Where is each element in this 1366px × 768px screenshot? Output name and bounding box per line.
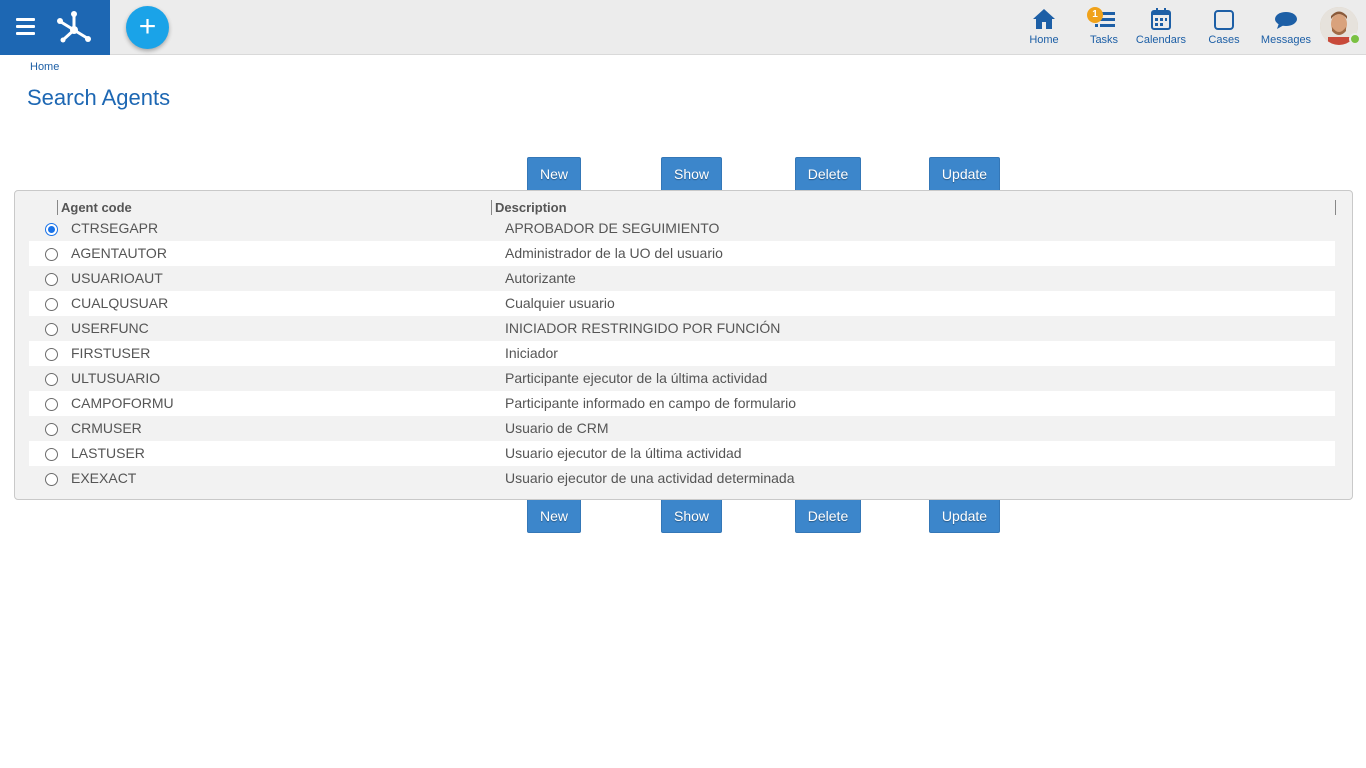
update-button-bottom[interactable]: Update — [929, 500, 1000, 533]
show-button-bottom[interactable]: Show — [661, 500, 722, 533]
nav-messages-label: Messages — [1260, 34, 1312, 46]
agent-code-cell: AGENTAUTOR — [71, 245, 167, 261]
row-select-radio[interactable] — [45, 348, 58, 361]
row-select-radio[interactable] — [45, 448, 58, 461]
cases-icon — [1214, 10, 1234, 30]
description-cell: Participante ejecutor de la última activ… — [505, 370, 768, 386]
new-button-bottom[interactable]: New — [527, 500, 581, 533]
column-divider — [1335, 200, 1336, 215]
agent-code-cell: CTRSEGAPR — [71, 220, 159, 236]
breadcrumb-home[interactable]: Home — [30, 61, 59, 73]
delete-button-bottom[interactable]: Delete — [795, 500, 861, 533]
delete-button-top[interactable]: Delete — [795, 157, 861, 190]
home-icon — [1033, 9, 1055, 29]
top-bar: + Home Tasks 1 Calendars Cases Messages — [0, 0, 1366, 55]
table-row[interactable]: LASTUSER Usuario ejecutor de la última ac… — [29, 441, 1335, 466]
agent-code-cell: LASTUSER — [71, 445, 145, 461]
agent-code-cell: FIRSTUSER — [71, 345, 151, 361]
description-cell: Usuario ejecutor de una actividad determ… — [505, 470, 795, 486]
table-row[interactable]: CTRSEGAPR APROBADOR DE SEGUIMIENTO — [29, 216, 1335, 241]
agents-table: Agent code Description CTRSEGAPR APROBADO… — [14, 190, 1353, 500]
show-button-top[interactable]: Show — [661, 157, 722, 190]
nav-home[interactable]: Home — [1024, 6, 1064, 50]
menu-icon[interactable] — [16, 18, 35, 35]
agent-code-cell: CUALQUSUAR — [71, 295, 169, 311]
table-row[interactable]: CAMPOFORMU Participante informado en camp… — [29, 391, 1335, 416]
table-row[interactable]: CRMUSER Usuario de CRM — [29, 416, 1335, 441]
table-row[interactable]: FIRSTUSER Iniciador — [29, 341, 1335, 366]
column-header-agent-code[interactable]: Agent code — [57, 200, 132, 215]
agent-code-cell: USERFUNC — [71, 320, 149, 336]
description-cell: INICIADOR RESTRINGIDO POR FUNCIÓN — [505, 320, 781, 336]
agent-code-cell: EXEXACT — [71, 470, 137, 486]
new-button-top[interactable]: New — [527, 157, 581, 190]
row-select-radio[interactable] — [45, 423, 58, 436]
tasks-badge: 1 — [1087, 7, 1103, 23]
agent-code-cell: CRMUSER — [71, 420, 142, 436]
table-row[interactable]: CUALQUSUAR Cualquier usuario — [29, 291, 1335, 316]
nav-cases-label: Cases — [1208, 34, 1240, 46]
description-cell: Participante informado en campo de formu… — [505, 395, 797, 411]
online-status-icon — [1349, 33, 1361, 45]
table-row[interactable]: USUARIOAUT Autorizante — [29, 266, 1335, 291]
description-cell: Administrador de la UO del usuario — [505, 245, 723, 261]
brand-area — [0, 0, 110, 55]
description-cell: Iniciador — [505, 345, 558, 361]
table-row[interactable]: ULTUSUARIO Participante ejecutor de la úl… — [29, 366, 1335, 391]
row-select-radio[interactable] — [45, 248, 58, 261]
table-header: Agent code Description — [29, 199, 1336, 216]
nav-messages[interactable]: Messages — [1259, 6, 1313, 50]
nav-calendars-label: Calendars — [1135, 34, 1187, 46]
calendar-icon — [1151, 8, 1171, 30]
nav-home-label: Home — [1029, 34, 1059, 46]
column-header-description[interactable]: Description — [491, 200, 567, 215]
row-select-radio[interactable] — [45, 273, 58, 286]
description-cell: Autorizante — [505, 270, 576, 286]
nav-cases[interactable]: Cases — [1204, 6, 1244, 50]
description-cell: Usuario de CRM — [505, 420, 609, 436]
table-row[interactable]: AGENTAUTOR Administrador de la UO del usu… — [29, 241, 1335, 266]
nav-tasks-label: Tasks — [1089, 34, 1119, 46]
row-select-radio[interactable] — [45, 373, 58, 386]
agent-code-cell: ULTUSUARIO — [71, 370, 161, 386]
messages-icon — [1275, 12, 1297, 29]
description-cell: Usuario ejecutor de la última actividad — [505, 445, 742, 461]
row-select-radio[interactable] — [45, 323, 58, 336]
description-cell: APROBADOR DE SEGUIMIENTO — [505, 220, 720, 236]
logo-icon[interactable] — [56, 9, 92, 43]
description-cell: Cualquier usuario — [505, 295, 615, 311]
row-select-radio[interactable] — [45, 298, 58, 311]
table-row[interactable]: EXEXACT Usuario ejecutor de una actividad… — [29, 466, 1335, 491]
row-select-radio[interactable] — [45, 473, 58, 486]
row-select-radio[interactable] — [45, 398, 58, 411]
table-row[interactable]: USERFUNC INICIADOR RESTRINGIDO POR FUNCIÓ… — [29, 316, 1335, 341]
row-select-radio[interactable] — [45, 223, 58, 236]
page-title: Search Agents — [27, 85, 171, 110]
update-button-top[interactable]: Update — [929, 157, 1000, 190]
agent-code-cell: USUARIOAUT — [71, 270, 163, 286]
nav-calendars[interactable]: Calendars — [1134, 6, 1188, 50]
add-button[interactable]: + — [126, 6, 169, 49]
table-body: CTRSEGAPR APROBADOR DE SEGUIMIENTO AGENTAU… — [29, 216, 1335, 491]
agent-code-cell: CAMPOFORMU — [71, 395, 174, 411]
